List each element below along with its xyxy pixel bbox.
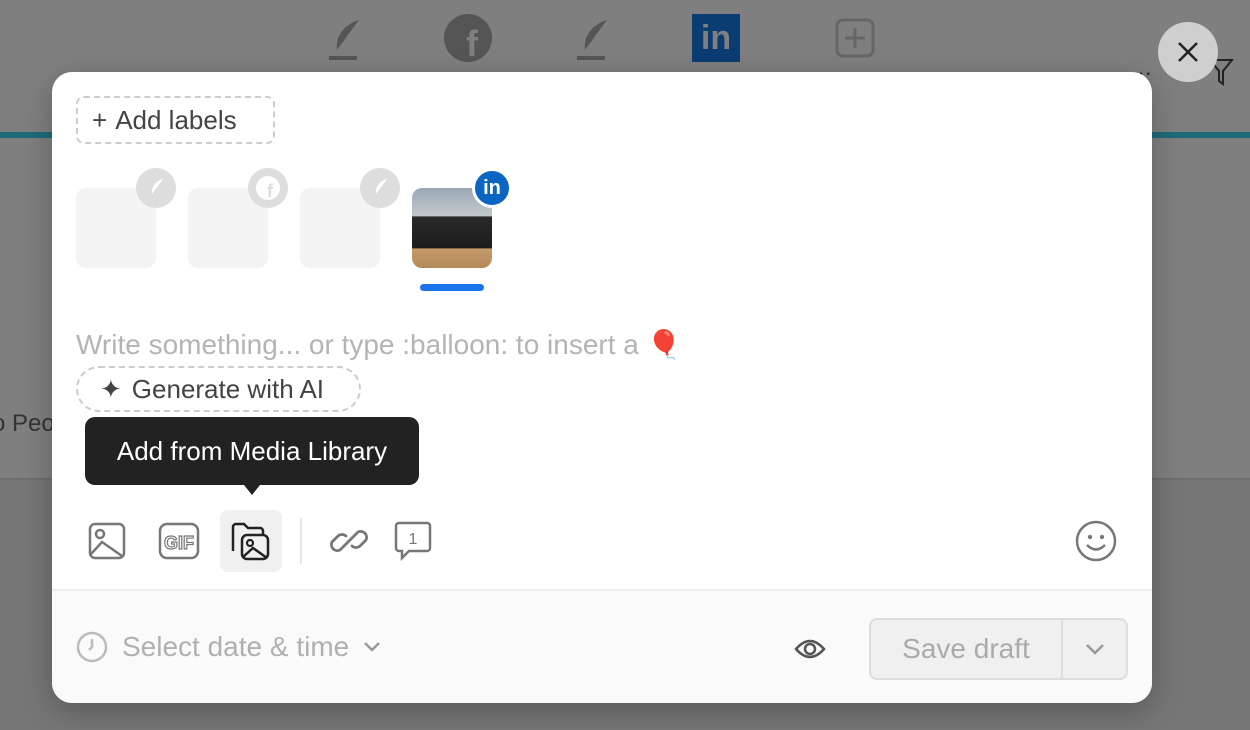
linkedin-icon: in: [472, 168, 512, 208]
save-draft-button[interactable]: Save draft: [871, 620, 1063, 678]
tooltip: Add from Media Library: [85, 417, 419, 495]
selected-indicator: [420, 284, 484, 291]
close-button[interactable]: [1158, 22, 1218, 82]
add-labels-button[interactable]: + Add labels: [76, 96, 275, 144]
svg-text:GIF: GIF: [164, 533, 194, 553]
svg-text:f: f: [267, 181, 274, 200]
facebook-icon: f: [248, 168, 288, 208]
linkedin-icon[interactable]: in: [692, 14, 740, 62]
feather-icon[interactable]: [569, 14, 617, 62]
first-comment-icon[interactable]: 1: [382, 510, 444, 572]
close-icon: [1178, 42, 1198, 62]
link-icon[interactable]: [318, 510, 380, 572]
emoji-icon[interactable]: [1065, 510, 1127, 572]
save-draft-split-button: Save draft: [869, 618, 1128, 680]
add-network-icon[interactable]: [831, 14, 879, 62]
feather-icon[interactable]: [321, 14, 369, 62]
preview-eye-icon[interactable]: [794, 635, 826, 668]
compose-modal: + Add labels f in Write something... or t…: [52, 72, 1152, 703]
toolbar-divider: [300, 518, 302, 564]
chevron-down-icon: [364, 642, 381, 652]
plus-icon: +: [92, 104, 108, 135]
modal-footer: Select date & time Save draft: [52, 589, 1152, 703]
sparkle-icon: ✦: [100, 373, 122, 404]
image-icon[interactable]: [76, 510, 138, 572]
svg-text:1: 1: [409, 531, 418, 548]
chevron-down-icon: [1085, 644, 1104, 655]
clock-icon: [76, 631, 108, 663]
post-editor[interactable]: Write something... or type :balloon: to …: [76, 328, 682, 361]
facebook-icon[interactable]: f: [444, 14, 492, 62]
media-library-icon[interactable]: [220, 510, 282, 572]
generate-ai-button[interactable]: ✦ Generate with AI: [76, 366, 361, 412]
feather-icon: [136, 168, 176, 208]
save-options-dropdown[interactable]: [1063, 620, 1126, 678]
gif-icon[interactable]: GIF: [148, 510, 210, 572]
date-time-picker[interactable]: Select date & time: [76, 631, 381, 663]
background-text: o Peo: [0, 410, 55, 437]
feather-icon: [360, 168, 400, 208]
svg-text:f: f: [466, 23, 479, 62]
